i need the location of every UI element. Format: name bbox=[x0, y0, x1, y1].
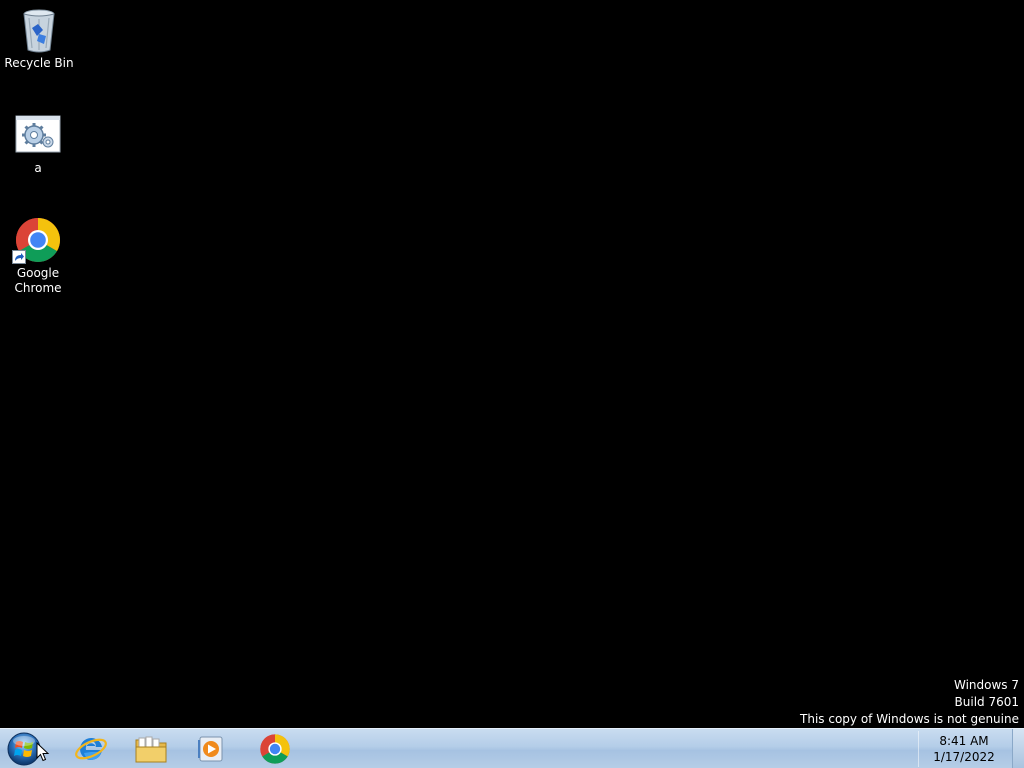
folder-explorer-icon bbox=[135, 736, 167, 763]
desktop-icon-google-chrome[interactable]: Google Chrome bbox=[0, 216, 76, 296]
media-player-icon bbox=[198, 736, 223, 762]
internet-explorer-icon bbox=[75, 737, 107, 761]
desktop-icon-label: Recycle Bin bbox=[4, 56, 74, 70]
desktop-icon-label: a bbox=[34, 161, 42, 175]
watermark-build: Build 7601 bbox=[954, 695, 1019, 709]
desktop-icon-recycle-bin[interactable]: Recycle Bin bbox=[1, 6, 77, 71]
taskbar-pinned-google-chrome[interactable] bbox=[246, 730, 304, 768]
taskbar-pinned-windows-explorer[interactable] bbox=[122, 730, 180, 768]
chrome-icon bbox=[12, 216, 62, 264]
clock-time: 8:41 AM bbox=[939, 734, 989, 748]
desktop-icon-a[interactable]: a bbox=[0, 115, 76, 176]
settings-shortcut-icon bbox=[15, 115, 61, 153]
taskbar-pinned-media-player[interactable] bbox=[182, 730, 240, 768]
chrome-icon bbox=[260, 734, 290, 764]
windows-watermark: Windows 7 Build 7601 This copy of Window… bbox=[800, 677, 1019, 728]
mouse-cursor-icon bbox=[36, 742, 50, 762]
recycle-bin-icon bbox=[15, 6, 63, 54]
desktop[interactable]: Recycle Bin a Google Chrome Windows 7 Bu… bbox=[0, 0, 1024, 728]
show-desktop-button[interactable] bbox=[1012, 729, 1024, 768]
taskbar-clock[interactable]: 8:41 AM 1/17/2022 bbox=[916, 729, 1012, 768]
clock-date: 1/17/2022 bbox=[933, 750, 995, 764]
watermark-os: Windows 7 bbox=[953, 678, 1019, 692]
watermark-genuine-notice: This copy of Windows is not genuine bbox=[800, 712, 1019, 726]
desktop-icon-label: Google Chrome bbox=[14, 266, 62, 295]
taskbar-pinned-internet-explorer[interactable] bbox=[62, 730, 120, 768]
taskbar: 8:41 AM 1/17/2022 bbox=[0, 728, 1024, 768]
shortcut-arrow-icon bbox=[12, 250, 26, 264]
